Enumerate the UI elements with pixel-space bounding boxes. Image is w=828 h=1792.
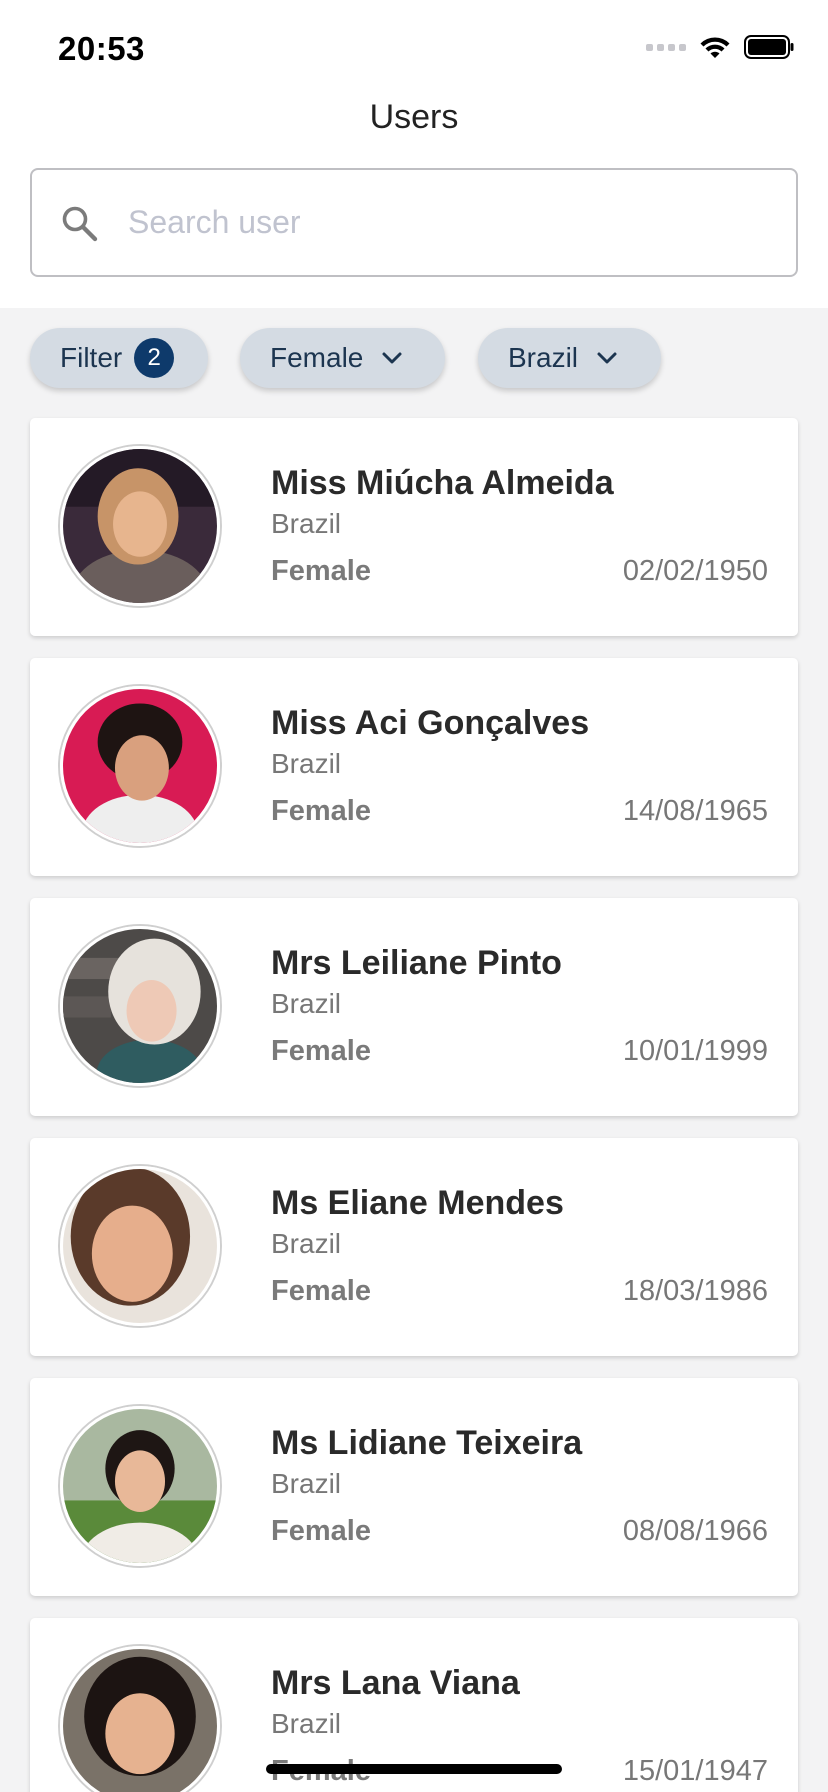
status-icons [646,34,794,60]
avatar [60,1166,220,1326]
chevron-down-icon [597,352,617,364]
search-input[interactable] [128,170,778,275]
user-card[interactable]: Miss Miúcha Almeida Brazil Female 02/02/… [30,418,798,636]
status-time: 20:53 [58,30,145,67]
user-country: Brazil [271,988,342,1019]
filter-label: Filter [60,342,123,373]
user-name: Miss Aci Gonçalves [271,704,590,742]
user-birthdate: 10/01/1999 [622,1035,768,1067]
user-card[interactable]: Ms Lidiane Teixeira Brazil Female 08/08/… [30,1378,798,1596]
avatar [60,446,220,606]
signal-icon [646,43,686,51]
user-country: Brazil [271,1708,342,1739]
header-area: 20:53 Users [0,0,828,308]
user-name: Mrs Lana Viana [271,1664,520,1702]
avatar [60,1406,220,1566]
page-title: Users [369,98,459,136]
user-name: Mrs Leiliane Pinto [271,944,562,982]
home-indicator[interactable] [266,1764,562,1774]
user-country: Brazil [271,1468,342,1499]
user-birthdate: 14/08/1965 [622,795,768,827]
wifi-icon [700,37,730,58]
gender-filter-label: Female [270,342,364,373]
user-gender: Female [271,1035,371,1067]
user-card[interactable]: Mrs Leiliane Pinto Brazil Female 10/01/1… [30,898,798,1116]
country-filter-chip[interactable]: Brazil [478,328,661,388]
user-name: Miss Miúcha Almeida [271,464,614,502]
filter-button[interactable]: Filter 2 [30,328,208,388]
user-gender: Female [271,555,371,587]
search-box[interactable] [30,168,798,277]
app-root: 20:53 Users Search user Filter 2 Female … [0,0,828,1792]
avatar [60,926,220,1086]
user-card[interactable]: Miss Aci Gonçalves Brazil Female 14/08/1… [30,658,798,876]
user-gender: Female [271,1515,371,1547]
filter-count-badge: 2 [134,338,175,378]
user-birthdate: 18/03/1986 [622,1275,768,1307]
user-country: Brazil [271,1228,342,1259]
user-country: Brazil [271,748,342,779]
user-birthdate: 15/01/1947 [622,1755,768,1787]
gender-filter-chip[interactable]: Female [240,328,445,388]
user-country: Brazil [271,508,342,539]
search-icon [62,206,98,242]
user-name: Ms Eliane Mendes [271,1184,564,1222]
avatar [60,686,220,846]
user-name: Ms Lidiane Teixeira [271,1424,583,1462]
country-filter-label: Brazil [508,342,579,373]
user-birthdate: 08/08/1966 [622,1515,768,1547]
user-gender: Female [271,795,371,827]
user-gender: Female [271,1275,371,1307]
status-bar: 20:53 [0,0,828,90]
user-birthdate: 02/02/1950 [622,555,768,587]
avatar [60,1646,220,1792]
chevron-down-icon [382,352,402,364]
user-card[interactable]: Ms Eliane Mendes Brazil Female 18/03/198… [30,1138,798,1356]
battery-icon [744,35,794,59]
